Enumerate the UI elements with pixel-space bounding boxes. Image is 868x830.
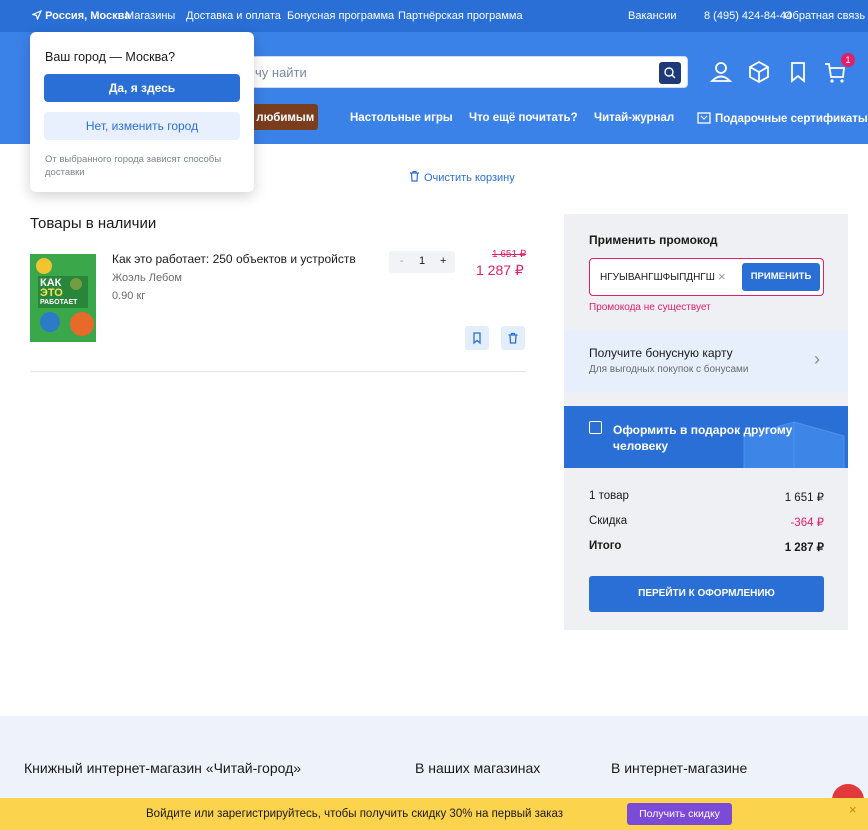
promo-error: Промокода не существует [589, 302, 711, 313]
summary-discount-row: Скидка -364 ₽ [589, 515, 824, 529]
city-selector[interactable]: Россия, Москва [31, 9, 131, 22]
quantity-stepper: - 1 + [389, 251, 455, 273]
topbar-link-feedback[interactable]: Обратная связь [784, 10, 865, 22]
city-popup-title: Ваш город — Москва? [45, 50, 176, 64]
clear-cart-label: Очистить корзину [424, 172, 515, 184]
close-icon[interactable]: × [849, 802, 857, 817]
nav-item-what-to-read[interactable]: Что ещё почитать? [469, 112, 578, 124]
section-title: Товары в наличии [30, 215, 157, 232]
summary-items-label: 1 товар [589, 490, 629, 502]
get-discount-button[interactable]: Получить скидку [627, 803, 732, 825]
city-confirm-button[interactable]: Да, я здесь [44, 74, 240, 102]
profile-icon[interactable] [707, 58, 735, 86]
city-popup-note: От выбранного города зависят способы дос… [45, 154, 222, 178]
summary-total-value: 1 287 ₽ [784, 542, 824, 554]
city-change-button[interactable]: Нет, изменить город [44, 112, 240, 140]
bonus-subtitle: Для выгодных покупок с бонусами [589, 364, 749, 375]
delete-item-button[interactable] [501, 326, 525, 350]
summary-items-value: 1 651 ₽ [784, 492, 824, 504]
search-placeholder: чу найти [255, 65, 307, 80]
location-arrow-icon [31, 9, 43, 21]
search-input[interactable]: чу найти [240, 56, 688, 88]
topbar-link-vacancies[interactable]: Вакансии [628, 10, 677, 22]
qty-value[interactable]: 1 [419, 255, 425, 267]
footer-col-stores: В наших магазинах [415, 760, 541, 776]
gift-label: Оформить в подарок другому человеку [613, 423, 793, 453]
qty-decrement-button[interactable]: - [400, 255, 404, 267]
top-bar: Россия, Москва Магазины Доставка и оплат… [0, 0, 868, 32]
qty-increment-button[interactable]: + [440, 255, 446, 267]
footer-col-shop: Книжный интернет-магазин «Читай-город» [24, 760, 302, 776]
footer-col-online: В интернет-магазине [611, 760, 748, 776]
current-price: 1 287 ₽ [476, 262, 524, 278]
checkout-button[interactable]: ПЕРЕЙТИ К ОФОРМЛЕНИЮ [589, 576, 824, 612]
bonus-title: Получите бонусную карту [589, 346, 733, 360]
gift-option[interactable]: Оформить в подарок другому человеку [564, 406, 848, 468]
bookmark-icon [473, 332, 481, 345]
promo-clear-icon[interactable]: × [718, 269, 726, 284]
gift-checkbox[interactable] [589, 421, 602, 434]
gift-cards-label: Подарочные сертификаты [715, 113, 868, 125]
summary-items-row: 1 товар 1 651 ₽ [589, 490, 824, 504]
cover-text-line-3: РАБОТАЕТ [40, 299, 78, 306]
divider [30, 371, 526, 372]
topbar-link-bonus[interactable]: Бонусная программа [287, 10, 394, 22]
trash-icon [508, 332, 518, 344]
nav-item-gift-cards[interactable]: Подарочные сертификаты [697, 112, 868, 125]
topbar-link-partners[interactable]: Партнёрская программа [398, 10, 523, 22]
city-label: Россия, Москва [45, 10, 131, 22]
bonus-card-banner[interactable]: Получите бонусную карту Для выгодных пок… [564, 330, 848, 392]
summary-total-row: Итого 1 287 ₽ [589, 540, 824, 554]
search-button[interactable] [659, 62, 681, 84]
topbar-link-stores[interactable]: Магазины [125, 10, 175, 22]
search-icon [664, 67, 676, 79]
cart-badge: 1 [841, 53, 855, 67]
cover-text-line-2: ЭТО [40, 287, 63, 299]
nav-item-journal[interactable]: Читай-журнал [594, 112, 674, 124]
promo-bar: Войдите или зарегистрируйтесь, чтобы пол… [0, 798, 868, 830]
product-title[interactable]: Как это работает: 250 объектов и устройс… [112, 252, 356, 266]
old-price: 1 651 ₽ [492, 249, 527, 260]
box-icon[interactable] [745, 58, 773, 86]
promo-code-field[interactable]: НГУЫВАНГШФЫПДНГШ × ПРИМЕНИТЬ [589, 258, 824, 296]
nav-item-board-games[interactable]: Настольные игры [350, 112, 453, 124]
summary-discount-value: -364 ₽ [790, 517, 824, 529]
summary-discount-label: Скидка [589, 515, 628, 527]
nav-item-favorites[interactable]: и любимым [246, 112, 314, 124]
promo-label: Применить промокод [589, 233, 718, 247]
clear-cart-button[interactable]: Очистить корзину [409, 170, 515, 184]
book-cover[interactable]: КАК ЭТО РАБОТАЕТ [30, 254, 96, 342]
summary-total-label: Итого [589, 540, 622, 552]
gift-card-icon [697, 112, 711, 124]
topbar-link-delivery[interactable]: Доставка и оплата [186, 10, 281, 22]
product-weight: 0.90 кг [112, 290, 146, 302]
city-popup: Ваш город — Москва? Да, я здесь Нет, изм… [30, 32, 254, 192]
chevron-right-icon: › [814, 349, 820, 369]
topbar-phone[interactable]: 8 (495) 424-84-44 [704, 10, 792, 22]
product-author[interactable]: Жоэль Лебом [112, 272, 182, 284]
bookmark-item-button[interactable] [465, 326, 489, 350]
trash-icon [410, 170, 419, 182]
promo-apply-button[interactable]: ПРИМЕНИТЬ [742, 263, 820, 291]
bookmark-icon[interactable] [784, 58, 812, 86]
promo-code-value: НГУЫВАНГШФЫПДНГШ [600, 272, 715, 283]
promo-bar-text: Войдите или зарегистрируйтесь, чтобы пол… [146, 808, 564, 820]
